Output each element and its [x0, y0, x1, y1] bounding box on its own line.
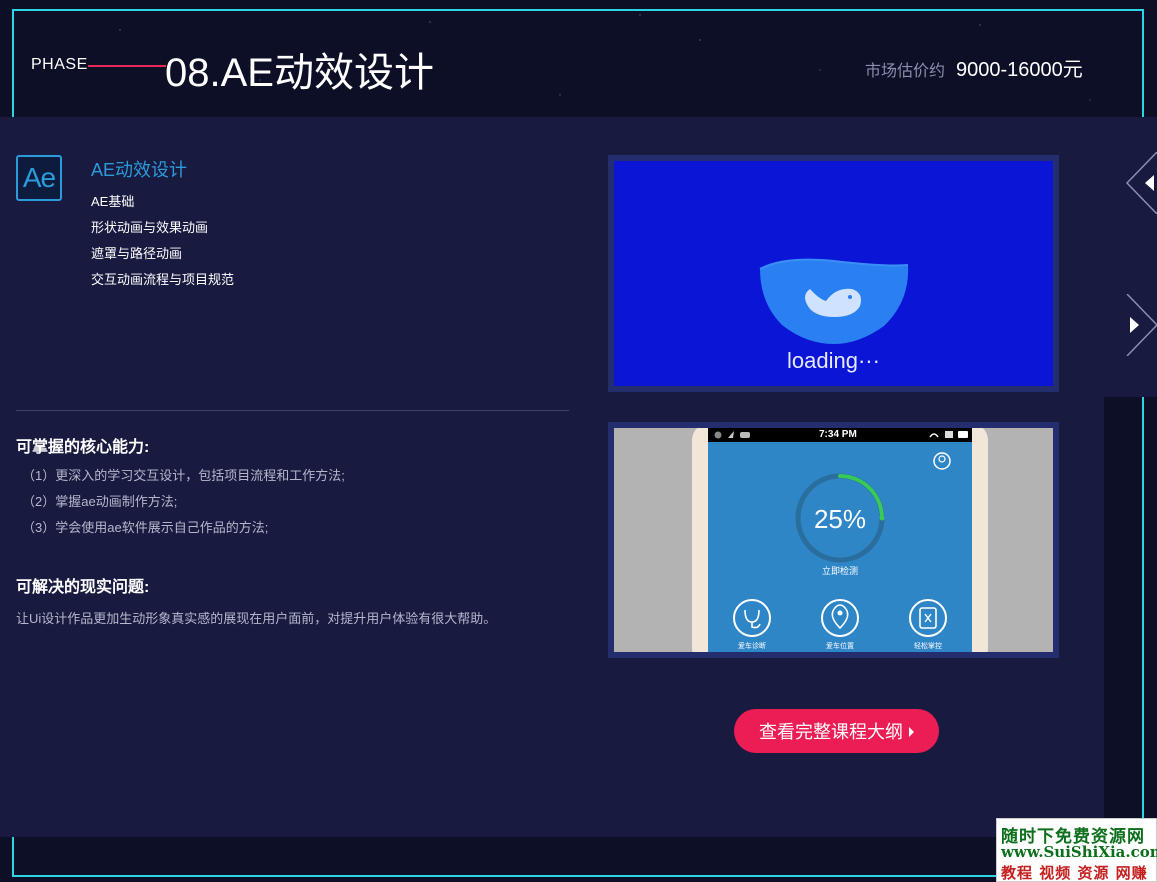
phase-divider-line [88, 65, 166, 67]
after-effects-icon: Ae [16, 155, 62, 201]
list-item: （1）更深入的学习交互设计，包括项目流程和工作方法; [22, 468, 345, 483]
chevron-right-icon [1126, 293, 1157, 357]
tab-label: 爱车位置 [826, 643, 854, 650]
loading-text: loading··· [787, 348, 880, 373]
list-item: 交互动画流程与项目规范 [91, 272, 235, 287]
loading-preview-frame: loading··· [608, 155, 1059, 392]
watermark-line: www.SuiShiXia.com [1001, 843, 1157, 861]
problem-solving-heading: 可解决的现实问题: [16, 579, 150, 596]
core-ability-list: （1）更深入的学习交互设计，包括项目流程和工作方法; （2）掌握ae动画制作方法… [22, 466, 345, 544]
tab-label: 爱车诊断 [738, 643, 766, 650]
view-syllabus-button[interactable]: 查看完整课程大纲 [734, 709, 939, 753]
watermark-line: 教程 视频 资源 网赚 [1001, 864, 1148, 882]
phase-label: PHASE [31, 56, 88, 73]
phone-preview: 7:34 PM 25% 立即检测 爱车诊断 爱车位置 轻松掌控 [614, 428, 1053, 652]
chevron-left-icon [1125, 151, 1157, 215]
price-value: 9000-16000元 [956, 59, 1083, 81]
list-item: （2）掌握ae动画制作方法; [22, 494, 178, 509]
tab-label: 轻松掌控 [914, 643, 942, 650]
status-time: 7:34 PM [819, 429, 857, 440]
module-topic-list: AE基础 形状动画与效果动画 遮罩与路径动画 交互动画流程与项目规范 [91, 192, 234, 296]
module-title: AE动效设计 [91, 160, 188, 180]
list-item: 遮罩与路径动画 [91, 246, 183, 261]
list-item: 形状动画与效果动画 [91, 220, 209, 235]
problem-solving-text: 让Ui设计作品更加生动形象真实感的展现在用户面前，对提升用户体验有很大帮助。 [16, 611, 497, 626]
site-watermark: 随时下免费资源网 www.SuiShiXia.com 教程 视频 资源 网赚 [996, 818, 1157, 882]
next-arrow-button[interactable] [1124, 293, 1157, 357]
progress-percent: 25% [813, 504, 867, 534]
core-ability-heading: 可掌握的核心能力: [16, 439, 150, 456]
section-divider [16, 410, 569, 411]
price-label: 市场估价约 [865, 63, 946, 80]
progress-dot [879, 515, 885, 521]
list-item: AE基础 [91, 194, 135, 209]
list-item: （3）学会使用ae软件展示自己作品的方法; [22, 520, 269, 535]
phone-preview-frame: 7:34 PM 25% 立即检测 爱车诊断 爱车位置 轻松掌控 [608, 422, 1059, 658]
view-syllabus-label: 查看完整课程大纲 [759, 722, 903, 742]
prev-arrow-button[interactable] [1124, 151, 1157, 215]
play-arrow-icon [909, 726, 914, 737]
detect-label: 立即检测 [821, 566, 858, 576]
loading-preview: loading··· [614, 161, 1053, 386]
phone-mockup [692, 428, 988, 652]
page-title: 08.AE动效设计 [165, 51, 434, 95]
